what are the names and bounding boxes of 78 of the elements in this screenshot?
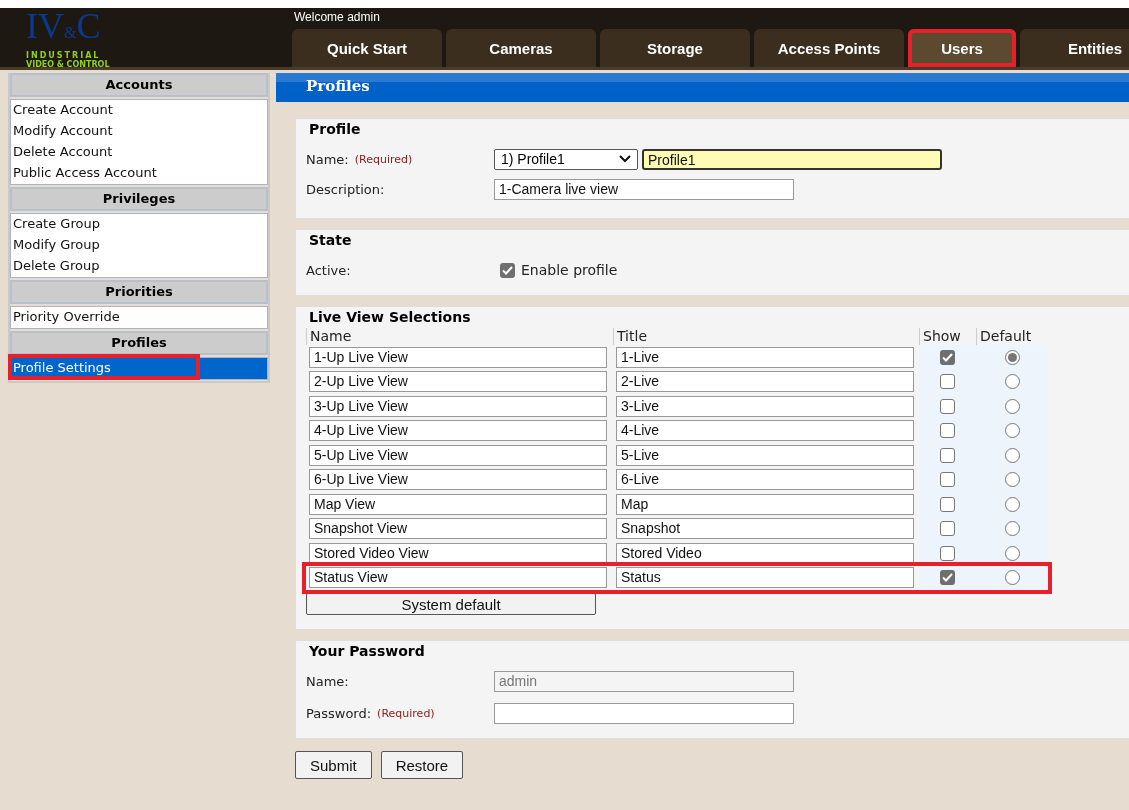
view-name-input[interactable]: 2-Up Live View [309, 371, 607, 393]
view-title-input[interactable]: 4-Live [616, 420, 914, 442]
sidebar-group-header: Profiles [10, 331, 268, 355]
view-name-input[interactable]: Status View [309, 567, 607, 589]
view-title-input[interactable]: Stored Video [616, 542, 914, 564]
chevron-down-icon [619, 155, 631, 163]
checkbox[interactable] [500, 262, 515, 278]
nav-tab[interactable]: Users [908, 29, 1016, 67]
default-radio[interactable] [1004, 374, 1020, 390]
default-radio[interactable] [1004, 496, 1020, 512]
view-name-input[interactable]: 6-Up Live View [309, 469, 607, 491]
checkmark-icon [942, 573, 953, 583]
view-title-input[interactable]: 6-Live [616, 469, 914, 491]
view-title-input[interactable]: 5-Live [616, 444, 914, 466]
view-name-input[interactable]: 5-Up Live View [309, 444, 607, 466]
profile-select[interactable]: 1) Profile1 [494, 148, 638, 170]
field-label: Name: [306, 673, 349, 689]
view-title-input[interactable]: 2-Live [616, 371, 914, 393]
name-input[interactable]: Profile1 [642, 148, 942, 170]
default-radio[interactable] [1004, 398, 1020, 414]
sidebar-group-header: Accounts [10, 73, 268, 97]
form-button[interactable]: Restore [380, 751, 464, 779]
show-checkbox[interactable] [940, 447, 955, 463]
view-name-input[interactable]: Snapshot View [309, 518, 607, 540]
welcome-text: Welcome admin [293, 9, 381, 26]
show-checkbox[interactable] [940, 398, 955, 414]
view-name-input[interactable]: 3-Up Live View [309, 395, 607, 417]
column-header: Name [306, 328, 613, 345]
view-title-input[interactable]: 3-Live [616, 395, 914, 417]
default-radio[interactable] [1004, 472, 1020, 488]
show-checkbox[interactable] [940, 349, 955, 365]
logo-mark: IV&C [26, 8, 101, 48]
nav-tab[interactable]: Access Points [754, 29, 904, 67]
default-radio[interactable] [1004, 521, 1020, 537]
page-title: Profiles [276, 73, 1129, 102]
nav-tab[interactable]: Quick Start [292, 29, 442, 67]
view-title-input[interactable]: Map [616, 493, 914, 515]
checkmark-icon [502, 265, 513, 275]
sidebar-group-header: Privileges [10, 187, 268, 211]
show-checkbox[interactable] [940, 496, 955, 512]
show-checkbox[interactable] [940, 374, 955, 390]
field-label: Description: [306, 181, 385, 197]
show-checkbox[interactable] [940, 545, 955, 561]
view-title-input[interactable]: Snapshot [616, 518, 914, 540]
view-name-input[interactable]: 4-Up Live View [309, 420, 607, 442]
view-title-input[interactable]: 1-Live [616, 346, 914, 368]
default-radio[interactable] [1004, 447, 1020, 463]
nav-tab[interactable]: Entities [1020, 29, 1129, 67]
checkbox-label: Enable profile [521, 262, 618, 278]
column-header: Title [613, 328, 919, 345]
default-radio[interactable] [1004, 423, 1020, 439]
password-input[interactable] [494, 702, 794, 724]
required-note: (Required) [354, 152, 413, 166]
view-name-input[interactable]: 1-Up Live View [309, 346, 607, 368]
checkmark-icon [942, 352, 953, 362]
show-checkbox[interactable] [940, 472, 955, 488]
default-radio[interactable] [1004, 570, 1020, 586]
logo-tagline: VIDEO & CONTROL [26, 60, 110, 69]
field-label: Active: [306, 262, 351, 278]
show-checkbox[interactable] [940, 521, 955, 537]
nav-tab[interactable]: Storage [600, 29, 750, 67]
sidebar-group-header: Priorities [10, 280, 268, 304]
required-note: (Required) [377, 706, 435, 720]
default-radio[interactable] [1004, 349, 1020, 365]
nav-tab[interactable]: Cameras [446, 29, 596, 67]
form-button[interactable]: Submit [295, 751, 372, 779]
view-name-input[interactable]: Map View [309, 493, 607, 515]
system-default-button[interactable]: System default [306, 593, 596, 615]
description-input[interactable]: 1-Camera live view [494, 178, 794, 200]
show-checkbox[interactable] [940, 423, 955, 439]
default-radio[interactable] [1004, 545, 1020, 561]
show-checkbox[interactable] [940, 570, 955, 586]
field-label: Name: [306, 151, 349, 167]
user-name-input[interactable]: admin [494, 670, 794, 692]
field-label: Password: [306, 705, 372, 721]
view-title-input[interactable]: Status [616, 567, 914, 589]
view-name-input[interactable]: Stored Video View [309, 542, 607, 564]
logo-tagline: INDUSTRIAL [26, 51, 101, 60]
